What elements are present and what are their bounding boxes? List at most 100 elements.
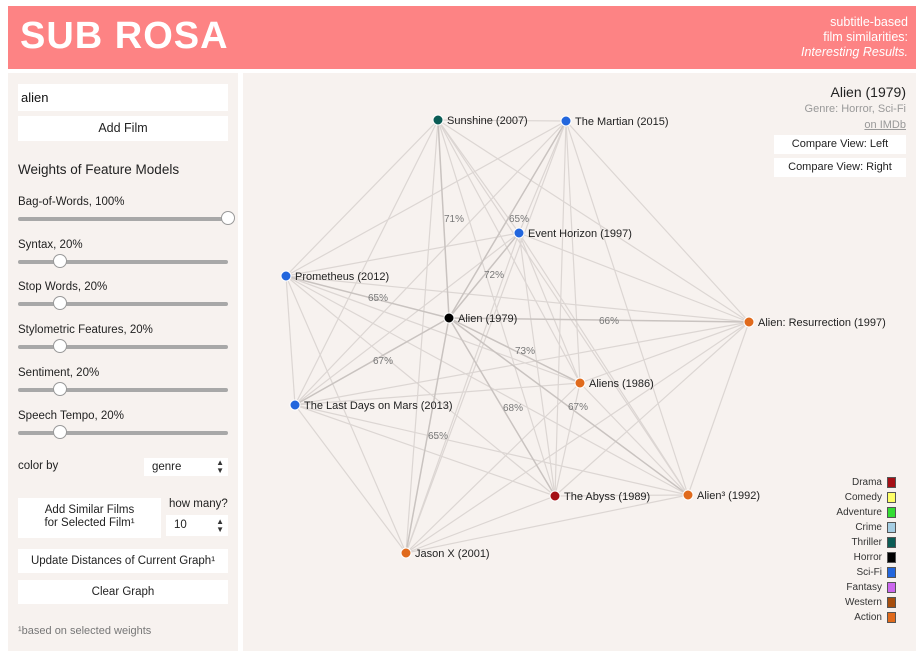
film-node-label[interactable]: Alien (1979) xyxy=(458,313,517,325)
clear-graph-button[interactable]: Clear Graph xyxy=(18,580,228,604)
film-node-abyss[interactable]: The Abyss (1989) xyxy=(549,490,650,503)
legend-swatch xyxy=(887,522,896,533)
add-similar-line-1: Add Similar Films xyxy=(44,504,135,516)
graph-edge xyxy=(405,495,556,554)
film-node-dot[interactable] xyxy=(443,312,455,324)
compare-view-right-button[interactable]: Compare View: Right xyxy=(774,158,906,177)
slider-thumb[interactable] xyxy=(53,339,67,353)
slider-thumb[interactable] xyxy=(53,425,67,439)
how-many-value: 10 xyxy=(174,519,187,531)
add-similar-line-2: for Selected Film¹ xyxy=(44,517,135,529)
graph-edge xyxy=(294,119,439,406)
interesting-results-link[interactable]: Interesting Results. xyxy=(801,45,908,60)
slider-label-speech-tempo: Speech Tempo, 20% xyxy=(18,410,124,422)
film-node-label[interactable]: Alien: Resurrection (1997) xyxy=(758,317,886,329)
add-film-button[interactable]: Add Film xyxy=(18,116,228,141)
film-node-prometheus[interactable]: Prometheus (2012) xyxy=(280,270,389,283)
slider-thumb[interactable] xyxy=(53,254,67,268)
footnote: ¹based on selected weights xyxy=(18,625,152,637)
alien-edge xyxy=(294,317,450,406)
selected-film-title: Alien (1979) xyxy=(830,84,907,100)
update-distances-button[interactable]: Update Distances of Current Graph¹ xyxy=(18,549,228,573)
film-node-dot[interactable] xyxy=(560,115,572,127)
graph-edge xyxy=(405,119,439,554)
film-node-event[interactable]: Event Horizon (1997) xyxy=(513,227,632,240)
selected-film-genre: Genre: Horror, Sci-Fi xyxy=(804,103,906,115)
film-node-label[interactable]: The Abyss (1989) xyxy=(564,491,650,503)
film-node-dot[interactable] xyxy=(432,114,444,126)
slider-thumb[interactable] xyxy=(53,382,67,396)
slider-speech-tempo[interactable] xyxy=(18,425,228,439)
app-logo[interactable]: SUB ROSA xyxy=(20,15,229,58)
slider-thumb[interactable] xyxy=(53,296,67,310)
how-many-select[interactable]: 10 ▲ ▼ xyxy=(166,515,228,536)
graph-edge xyxy=(579,321,750,384)
film-node-jasonx[interactable]: Jason X (2001) xyxy=(400,547,490,560)
slider-sentiment[interactable] xyxy=(18,382,228,396)
legend-swatch xyxy=(887,492,896,503)
graph-edge xyxy=(518,232,581,384)
film-node-label[interactable]: Jason X (2001) xyxy=(415,548,490,560)
edge-similarity-label: 68% xyxy=(503,403,523,414)
film-node-dot[interactable] xyxy=(289,399,301,411)
slider-stylometric[interactable] xyxy=(18,339,228,353)
graph-edge xyxy=(437,119,750,323)
add-similar-films-button[interactable]: Add Similar Films for Selected Film¹ xyxy=(18,498,161,538)
film-node-label[interactable]: Prometheus (2012) xyxy=(295,271,389,283)
film-node-dot[interactable] xyxy=(743,316,755,328)
film-node-alien3[interactable]: Alien³ (1992) xyxy=(682,489,760,502)
film-node-dot[interactable] xyxy=(682,489,694,501)
slider-thumb[interactable] xyxy=(221,211,235,225)
select-arrows-icon: ▲ ▼ xyxy=(216,517,224,534)
legend-label: Adventure xyxy=(836,507,882,518)
legend-label: Crime xyxy=(855,522,882,533)
film-node-lastdays[interactable]: The Last Days on Mars (2013) xyxy=(289,399,453,412)
graph-edge xyxy=(518,232,750,323)
tagline: subtitle-based film similarities: Intere… xyxy=(801,15,908,60)
film-node-resurrection[interactable]: Alien: Resurrection (1997) xyxy=(743,316,886,329)
graph-edge xyxy=(405,321,750,554)
slider-label-stylometric: Stylometric Features, 20% xyxy=(18,324,153,336)
edge-similarity-label: 73% xyxy=(515,346,535,357)
tagline-line-2: film similarities: xyxy=(823,30,908,44)
graph-edge xyxy=(294,404,689,496)
slider-syntax[interactable] xyxy=(18,254,228,268)
legend-swatch xyxy=(887,552,896,563)
control-sidebar: Add Film Weights of Feature Models Bag-o… xyxy=(8,73,238,651)
legend-swatch xyxy=(887,597,896,608)
slider-label-stop-words: Stop Words, 20% xyxy=(18,281,108,293)
edge-similarity-label: 66% xyxy=(599,316,619,327)
slider-label-sentiment: Sentiment, 20% xyxy=(18,367,100,379)
film-node-sunshine[interactable]: Sunshine (2007) xyxy=(432,114,528,127)
legend-swatch xyxy=(887,477,896,488)
film-node-dot[interactable] xyxy=(549,490,561,502)
graph-edge xyxy=(437,119,581,384)
film-node-martian[interactable]: The Martian (2015) xyxy=(560,115,669,128)
legend-swatch xyxy=(887,537,896,548)
film-node-label[interactable]: Aliens (1986) xyxy=(589,378,654,390)
film-search-input[interactable] xyxy=(18,84,228,111)
color-by-select[interactable]: genre ▲ ▼ xyxy=(144,458,228,476)
similarity-graph-panel: 71% 65% 72% 65% 66% 73% 67% 68% 67% 65% Sunshine … xyxy=(243,73,916,651)
alien-edges xyxy=(285,119,750,554)
film-node-aliens[interactable]: Aliens (1986) xyxy=(574,377,654,390)
film-node-dot[interactable] xyxy=(513,227,525,239)
film-node-label[interactable]: Sunshine (2007) xyxy=(447,115,528,127)
film-node-dot[interactable] xyxy=(400,547,412,559)
compare-view-left-button[interactable]: Compare View: Left xyxy=(774,135,906,154)
legend-label: Drama xyxy=(851,477,882,488)
film-node-dot[interactable] xyxy=(280,270,292,282)
film-node-label[interactable]: The Last Days on Mars (2013) xyxy=(304,400,453,412)
film-node-label[interactable]: Event Horizon (1997) xyxy=(528,228,632,240)
edge-similarity-label: 65% xyxy=(368,293,388,304)
film-node-label[interactable]: Alien³ (1992) xyxy=(697,490,760,502)
graph-edge xyxy=(518,232,689,496)
edge-similarity-label: 71% xyxy=(444,214,464,225)
legend-swatch xyxy=(887,582,896,593)
film-node-label[interactable]: The Martian (2015) xyxy=(575,116,669,128)
film-node-dot[interactable] xyxy=(574,377,586,389)
slider-bag-of-words[interactable] xyxy=(18,211,235,225)
alien-edge xyxy=(448,120,567,319)
slider-stop-words[interactable] xyxy=(18,296,228,310)
imdb-link[interactable]: on IMDb xyxy=(864,119,906,131)
